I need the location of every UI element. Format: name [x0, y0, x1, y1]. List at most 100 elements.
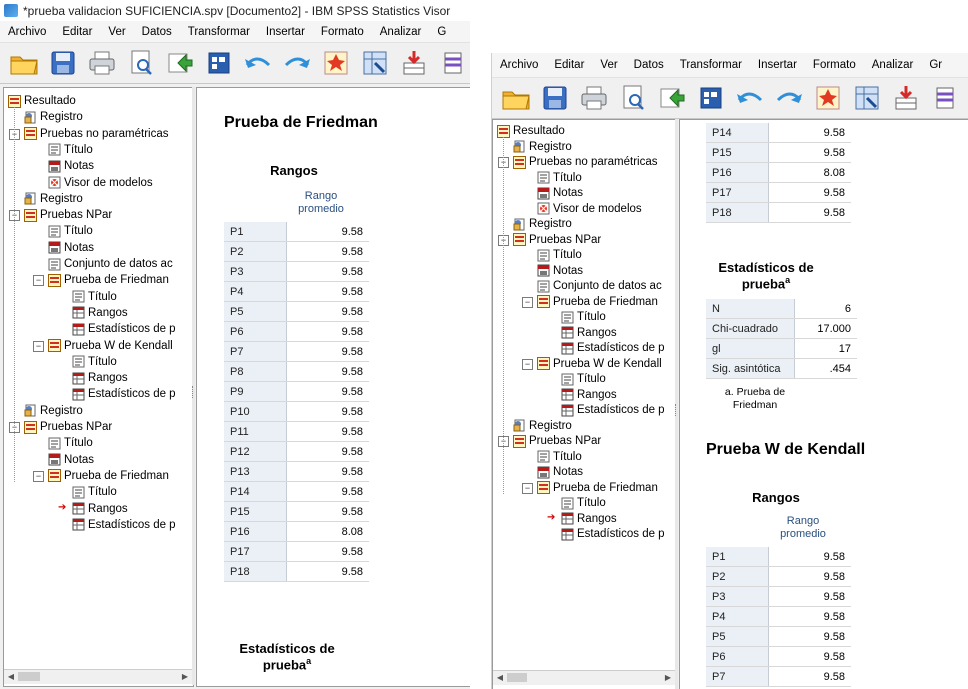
menu-item-1[interactable]: Editar	[546, 59, 592, 71]
menu-item-1[interactable]: Editar	[54, 26, 100, 38]
goto-data-icon[interactable]	[695, 83, 726, 114]
output-pane[interactable]: P14 9.58 P15 9.58 P16 8.08 P17 9.58 P18 9.58 Esta…	[679, 119, 968, 689]
tree-collapse-icon[interactable]: −	[522, 358, 533, 370]
tree-item-pruebas_no_parametricas[interactable]: Pruebas no paramétricas	[513, 154, 657, 170]
tree-item-kendall[interactable]: Prueba W de Kendall	[48, 338, 173, 354]
tree-item-titulo[interactable]: Título	[48, 435, 93, 451]
print-preview-icon[interactable]	[617, 83, 648, 114]
print-icon[interactable]	[578, 83, 609, 114]
outline-horizontal-scrollbar[interactable]: ◀ ▶	[4, 669, 192, 684]
menu-item-8[interactable]: Gr	[921, 59, 950, 71]
output-pane[interactable]: Prueba de Friedman Rangos Rango promedio…	[196, 87, 470, 687]
menu-item-2[interactable]: Ver	[100, 26, 133, 38]
tree-item-conjunto[interactable]: Conjunto de datos ac	[537, 278, 662, 294]
tree-item-registro[interactable]: Registro	[24, 191, 83, 207]
redo-icon[interactable]	[773, 83, 804, 114]
outline-horizontal-scrollbar[interactable]: ◀ ▶	[493, 670, 675, 685]
insert-variable-icon[interactable]	[929, 83, 960, 114]
tree-item-notas[interactable]: Notas	[537, 263, 583, 279]
tree-item-notas[interactable]: Notas	[48, 240, 94, 256]
redo-icon[interactable]	[281, 48, 312, 79]
tree-item-pruebas_npar[interactable]: Pruebas NPar	[24, 207, 112, 223]
tree-item-friedman[interactable]: Prueba de Friedman	[48, 272, 169, 288]
tree-item-titulo[interactable]: Título	[537, 247, 582, 263]
tree-item-registro[interactable]: Registro	[513, 216, 572, 232]
tree-item-resultado[interactable]: Resultado	[497, 123, 565, 139]
outline-pane[interactable]: Resultado Registro Pruebas no paramétricas…	[3, 87, 194, 687]
menu-item-7[interactable]: Analizar	[864, 59, 922, 71]
tree-item-titulo[interactable]: Título	[48, 223, 93, 239]
tree-item-registro[interactable]: Registro	[24, 109, 83, 125]
menu-item-5[interactable]: Insertar	[750, 59, 805, 71]
menu-item-8[interactable]: G	[429, 26, 454, 38]
tree-item-kendall[interactable]: Prueba W de Kendall	[537, 356, 662, 372]
goto-case-icon[interactable]	[320, 48, 351, 79]
tree-collapse-icon[interactable]: −	[522, 296, 533, 308]
tree-item-titulo[interactable]: Título	[561, 495, 606, 511]
menu-item-4[interactable]: Transformar	[180, 26, 258, 38]
tree-item-estadisticos[interactable]: Estadísticos de p	[72, 386, 176, 402]
tree-item-titulo[interactable]: Título	[561, 309, 606, 325]
menu-item-0[interactable]: Archivo	[0, 26, 54, 38]
tree-collapse-icon[interactable]: −	[33, 340, 44, 352]
print-icon[interactable]	[86, 48, 117, 79]
undo-icon[interactable]	[242, 48, 273, 79]
menu-item-6[interactable]: Formato	[313, 26, 372, 38]
tree-item-registro[interactable]: Registro	[513, 418, 572, 434]
tree-item-estadisticos[interactable]: Estadísticos de p	[72, 517, 176, 533]
goto-variable-icon[interactable]	[851, 83, 882, 114]
save-icon[interactable]	[47, 48, 78, 79]
tree-item-visor_modelos[interactable]: Visor de modelos	[537, 201, 642, 217]
tree-item-conjunto[interactable]: Conjunto de datos ac	[48, 256, 173, 272]
tree-item-friedman[interactable]: Prueba de Friedman	[48, 468, 169, 484]
menu-item-5[interactable]: Insertar	[258, 26, 313, 38]
tree-item-estadisticos[interactable]: Estadísticos de p	[561, 402, 665, 418]
insert-cases-icon[interactable]	[398, 48, 429, 79]
scroll-thumb[interactable]	[507, 673, 527, 682]
menu-item-3[interactable]: Datos	[134, 26, 180, 38]
tree-item-notas[interactable]: Notas	[537, 185, 583, 201]
tree-item-notas[interactable]: Notas	[537, 464, 583, 480]
tree-item-registro[interactable]: Registro	[513, 139, 572, 155]
tree-collapse-icon[interactable]: −	[33, 470, 44, 482]
pane-splitter[interactable]	[192, 87, 195, 685]
goto-data-icon[interactable]	[203, 48, 234, 79]
pane-splitter[interactable]	[675, 119, 678, 689]
goto-variable-icon[interactable]	[359, 48, 390, 79]
tree-item-titulo[interactable]: Título	[537, 449, 582, 465]
tree-item-titulo[interactable]: Título	[72, 354, 117, 370]
tree-item-titulo[interactable]: Título	[537, 170, 582, 186]
tree-item-estadisticos[interactable]: Estadísticos de p	[561, 340, 665, 356]
save-icon[interactable]	[539, 83, 570, 114]
tree-collapse-icon[interactable]: −	[522, 482, 533, 494]
scroll-right-icon[interactable]: ▶	[179, 671, 191, 683]
tree-item-visor_modelos[interactable]: Visor de modelos	[48, 175, 153, 191]
outline-pane[interactable]: Resultado Registro Pruebas no paramétricas…	[492, 119, 677, 689]
tree-item-friedman[interactable]: Prueba de Friedman	[537, 294, 658, 310]
scroll-left-icon[interactable]: ◀	[5, 671, 17, 683]
menu-item-7[interactable]: Analizar	[372, 26, 430, 38]
tree-item-estadisticos[interactable]: Estadísticos de p	[72, 321, 176, 337]
tree-item-rangos[interactable]: Rangos	[72, 501, 128, 517]
menu-item-3[interactable]: Datos	[626, 59, 672, 71]
tree-item-registro[interactable]: Registro	[24, 403, 83, 419]
tree-item-notas[interactable]: Notas	[48, 158, 94, 174]
tree-item-titulo[interactable]: Título	[48, 142, 93, 158]
open-icon[interactable]	[500, 83, 531, 114]
tree-item-titulo[interactable]: Título	[72, 289, 117, 305]
goto-case-icon[interactable]	[812, 83, 843, 114]
menu-item-4[interactable]: Transformar	[672, 59, 750, 71]
menu-item-0[interactable]: Archivo	[492, 59, 546, 71]
undo-icon[interactable]	[734, 83, 765, 114]
export-icon[interactable]	[164, 48, 195, 79]
scroll-left-icon[interactable]: ◀	[494, 672, 506, 684]
tree-item-rangos[interactable]: Rangos	[561, 387, 617, 403]
insert-variable-icon[interactable]	[437, 48, 468, 79]
menu-item-2[interactable]: Ver	[592, 59, 625, 71]
tree-item-resultado[interactable]: Resultado	[8, 93, 76, 109]
tree-item-titulo[interactable]: Título	[561, 371, 606, 387]
tree-item-friedman[interactable]: Prueba de Friedman	[537, 480, 658, 496]
tree-item-estadisticos[interactable]: Estadísticos de p	[561, 526, 665, 542]
tree-item-rangos[interactable]: Rangos	[72, 370, 128, 386]
scroll-right-icon[interactable]: ▶	[662, 672, 674, 684]
